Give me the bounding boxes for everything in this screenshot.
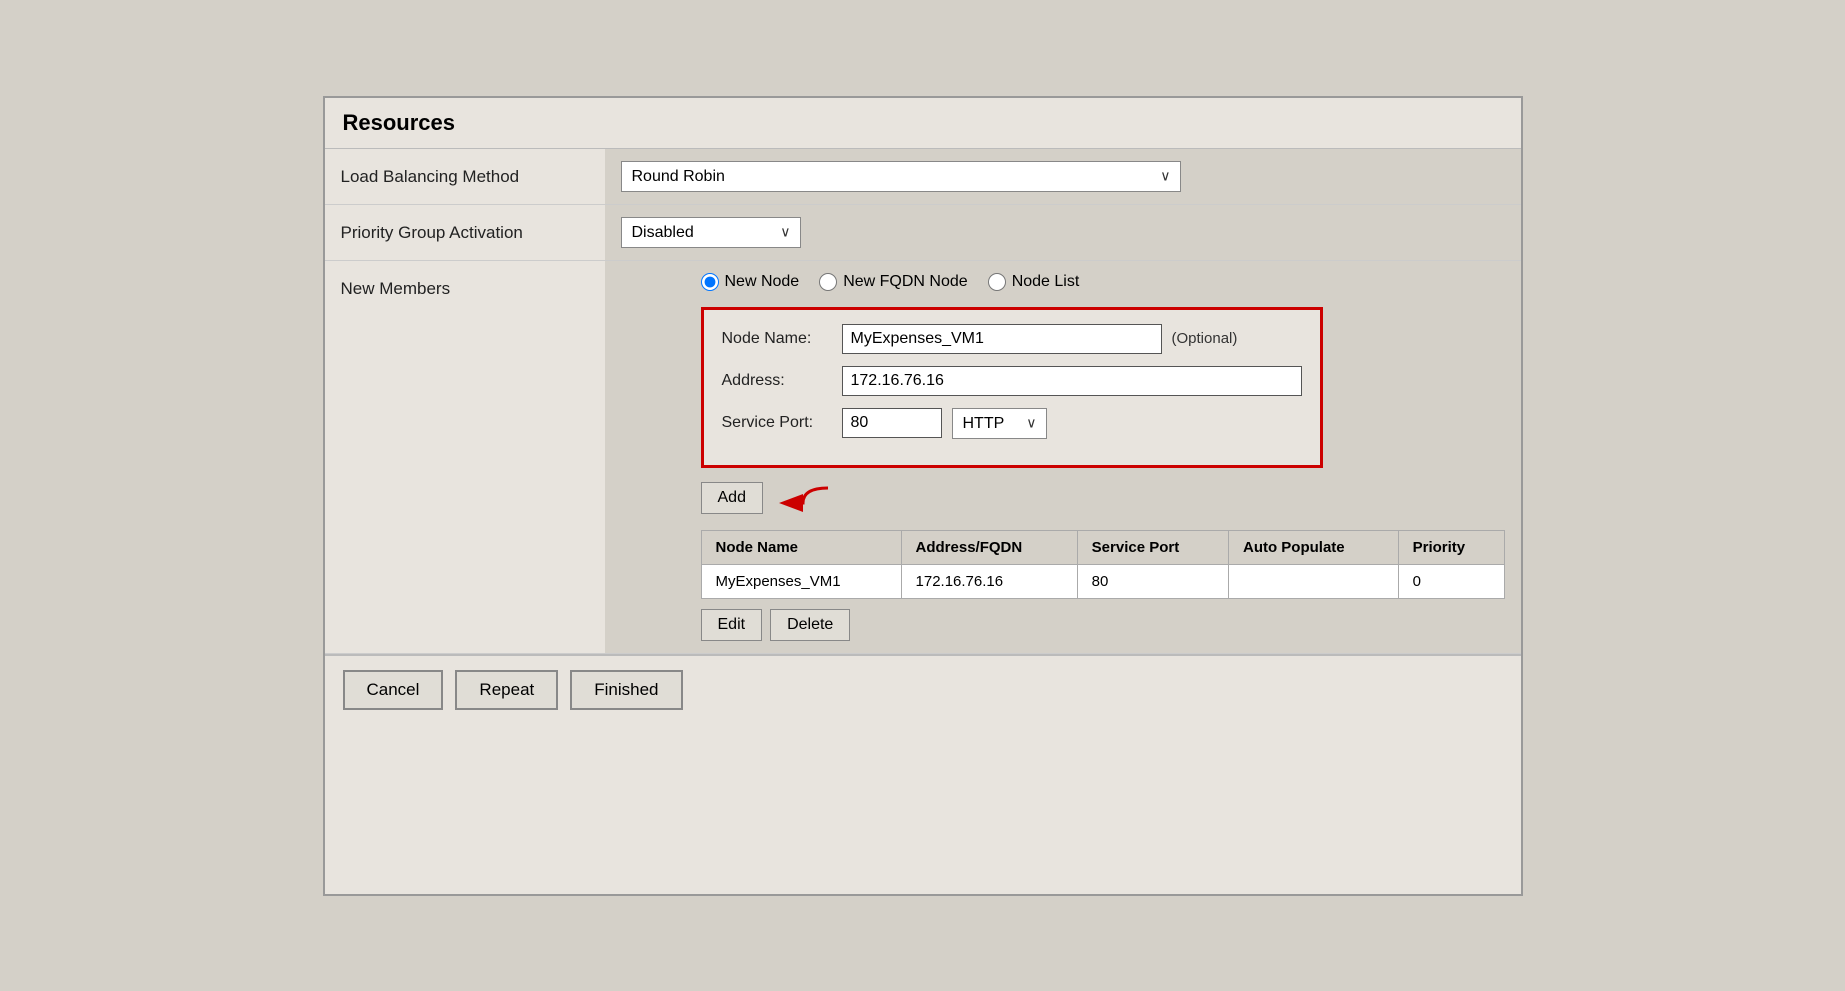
table-actions: Edit Delete — [701, 609, 1505, 641]
service-port-row: Service Port: HTTP HTTPS FTP SSH Any — [722, 408, 1302, 439]
members-table: Node Name Address/FQDN Service Port Auto… — [701, 530, 1505, 599]
finished-button[interactable]: Finished — [570, 670, 682, 710]
new-node-radio[interactable] — [701, 273, 719, 291]
new-node-radio-label[interactable]: New Node — [701, 273, 800, 291]
load-balancing-select-wrapper: Round Robin Least Connections Fastest Ob… — [621, 161, 1181, 192]
row-service-port: 80 — [1077, 564, 1228, 598]
repeat-button[interactable]: Repeat — [455, 670, 558, 710]
node-name-row: Node Name: (Optional) — [722, 324, 1302, 354]
node-name-input[interactable] — [842, 324, 1162, 354]
service-port-protocol-wrapper: HTTP HTTPS FTP SSH Any — [952, 408, 1047, 439]
node-type-radio-group: New Node New FQDN Node Node List — [701, 273, 1505, 291]
members-table-body: MyExpenses_VM1 172.16.76.16 80 0 — [701, 564, 1504, 598]
new-members-row: New Members New Node New FQDN Node Node … — [325, 260, 1521, 653]
row-priority: 0 — [1398, 564, 1504, 598]
address-input[interactable] — [842, 366, 1302, 396]
edit-button[interactable]: Edit — [701, 609, 763, 641]
col-node-name: Node Name — [701, 530, 901, 564]
cancel-button[interactable]: Cancel — [343, 670, 444, 710]
priority-group-input-cell: Disabled Enabled — [605, 204, 1521, 260]
table-row: MyExpenses_VM1 172.16.76.16 80 0 — [701, 564, 1504, 598]
window-title: Resources — [325, 98, 1521, 149]
col-auto-populate: Auto Populate — [1228, 530, 1398, 564]
col-service-port: Service Port — [1077, 530, 1228, 564]
row-auto-populate — [1228, 564, 1398, 598]
priority-group-select[interactable]: Disabled Enabled — [621, 217, 801, 248]
node-list-radio-label[interactable]: Node List — [988, 273, 1080, 291]
node-list-radio[interactable] — [988, 273, 1006, 291]
node-list-label: Node List — [1012, 273, 1080, 291]
service-port-label: Service Port: — [722, 414, 832, 432]
members-table-header-row: Node Name Address/FQDN Service Port Auto… — [701, 530, 1504, 564]
form-table: Load Balancing Method Round Robin Least … — [325, 149, 1521, 654]
add-button-row: Add — [701, 482, 1505, 514]
new-members-cell: New Node New FQDN Node Node List — [605, 260, 1521, 653]
arrow-svg — [773, 483, 833, 513]
address-label: Address: — [722, 372, 832, 390]
delete-button[interactable]: Delete — [770, 609, 850, 641]
node-fields-box: Node Name: (Optional) Address: Service P… — [701, 307, 1323, 468]
new-node-label: New Node — [725, 273, 800, 291]
load-balancing-input-cell: Round Robin Least Connections Fastest Ob… — [605, 149, 1521, 205]
row-address: 172.16.76.16 — [901, 564, 1077, 598]
load-balancing-label: Load Balancing Method — [325, 149, 605, 205]
new-fqdn-node-radio[interactable] — [819, 273, 837, 291]
load-balancing-select[interactable]: Round Robin Least Connections Fastest Ob… — [621, 161, 1181, 192]
node-name-label: Node Name: — [722, 330, 832, 348]
priority-group-row: Priority Group Activation Disabled Enabl… — [325, 204, 1521, 260]
new-fqdn-node-label: New FQDN Node — [843, 273, 967, 291]
service-port-protocol-select[interactable]: HTTP HTTPS FTP SSH Any — [952, 408, 1047, 439]
priority-group-select-wrapper: Disabled Enabled — [621, 217, 801, 248]
members-table-head: Node Name Address/FQDN Service Port Auto… — [701, 530, 1504, 564]
add-button[interactable]: Add — [701, 482, 763, 514]
load-balancing-row: Load Balancing Method Round Robin Least … — [325, 149, 1521, 205]
bottom-bar: Cancel Repeat Finished — [325, 654, 1521, 724]
arrow-annotation — [773, 483, 833, 513]
new-fqdn-node-radio-label[interactable]: New FQDN Node — [819, 273, 967, 291]
service-port-input[interactable] — [842, 408, 942, 438]
priority-group-label: Priority Group Activation — [325, 204, 605, 260]
resources-window: Resources Load Balancing Method Round Ro… — [323, 96, 1523, 896]
optional-text: (Optional) — [1172, 330, 1238, 347]
address-row: Address: — [722, 366, 1302, 396]
row-node-name: MyExpenses_VM1 — [701, 564, 901, 598]
col-address-fqdn: Address/FQDN — [901, 530, 1077, 564]
col-priority: Priority — [1398, 530, 1504, 564]
new-members-label: New Members — [325, 260, 605, 653]
